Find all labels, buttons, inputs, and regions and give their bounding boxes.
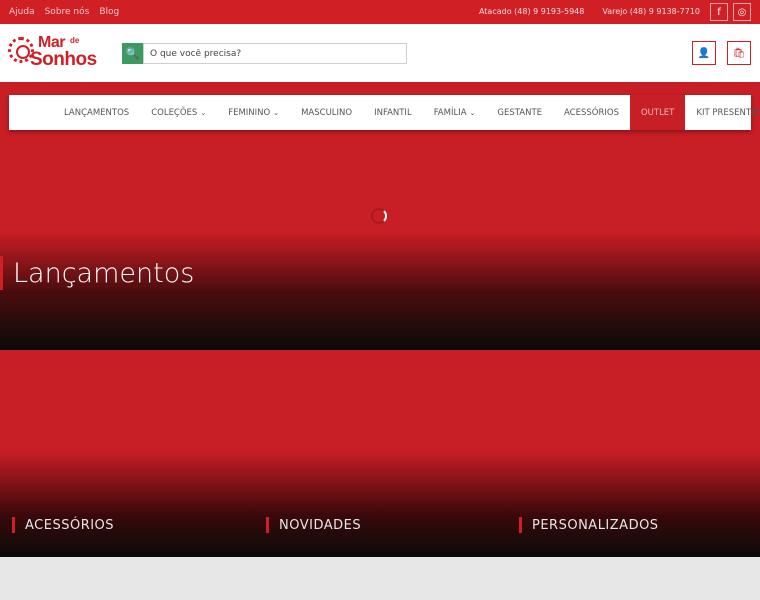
nav-item-label: MASCULINO <box>301 107 353 118</box>
search-input[interactable] <box>143 43 407 64</box>
accent-bar <box>519 517 522 533</box>
nav-item-label: INFANTIL <box>374 107 412 118</box>
header: Mar de Sonhos 🔍 👤 🛍 <box>0 24 760 82</box>
accent-bar <box>0 256 3 290</box>
nav-item-lancamentos[interactable]: LANÇAMENTOS <box>53 95 140 130</box>
top-links: Ajuda Sobre nós Blog <box>9 7 119 17</box>
loading-spinner-icon <box>371 208 387 224</box>
nav-item-feminino[interactable]: FEMININO ⌄ <box>217 95 290 130</box>
nav-item-label: FEMININO <box>228 107 271 118</box>
help-link[interactable]: Ajuda <box>9 7 35 17</box>
nav-item-label: OUTLET <box>640 107 675 118</box>
logo[interactable]: Mar de Sonhos <box>8 34 108 74</box>
category-label: PERSONALIZADOS <box>532 517 659 533</box>
nav-item-outlet[interactable]: OUTLET <box>629 95 686 130</box>
top-bar: Ajuda Sobre nós Blog Atacado (48) 9 9193… <box>0 0 760 24</box>
nav-item-label: FAMÍLIA <box>433 107 467 118</box>
nav-item-kit-presentes[interactable]: KIT PRESENTES <box>685 95 760 130</box>
retail-phone: Varejo (48) 9 9138-7710 <box>602 7 700 16</box>
main-nav: LANÇAMENTOS COLEÇÕES ⌄ FEMININO ⌄ MASCULIN… <box>9 95 760 130</box>
nav-item-colecoes[interactable]: COLEÇÕES ⌄ <box>140 95 217 130</box>
category-personalizados[interactable]: PERSONALIZADOS <box>519 517 659 533</box>
nav-item-infantil[interactable]: INFANTIL <box>363 95 423 130</box>
nav-item-acessorios[interactable]: ACESSÓRIOS <box>553 95 630 130</box>
chevron-down-icon: ⌄ <box>469 108 476 117</box>
search-icon: 🔍 <box>125 47 140 60</box>
cart-button[interactable]: 🛍 <box>727 41 751 65</box>
social-links: f ◎ <box>710 3 751 21</box>
chevron-down-icon: ⌄ <box>273 108 280 117</box>
phone-numbers: Atacado (48) 9 9193-5948 Varejo (48) 9 9… <box>479 7 700 16</box>
wholesale-phone: Atacado (48) 9 9193-5948 <box>478 7 585 16</box>
accent-bar <box>12 517 15 533</box>
user-icon: 👤 <box>697 47 711 59</box>
nav-item-label: COLEÇÕES <box>151 107 198 118</box>
nav-item-label: LANÇAMENTOS <box>64 107 130 118</box>
search-bar: 🔍 <box>122 43 407 64</box>
logo-word-sonhos: Sonhos <box>30 49 97 70</box>
search-button[interactable]: 🔍 <box>122 43 143 64</box>
logo-word-de: de <box>70 36 80 45</box>
instagram-icon[interactable]: ◎ <box>733 3 751 21</box>
facebook-icon[interactable]: f <box>710 3 728 21</box>
account-button[interactable]: 👤 <box>692 41 716 65</box>
page-title: Lançamentos <box>13 257 195 289</box>
hero-heading: Lançamentos <box>0 256 194 290</box>
chevron-down-icon: ⌄ <box>200 108 207 117</box>
category-label: ACESSÓRIOS <box>25 517 115 533</box>
page-footer-area <box>0 557 760 600</box>
category-novidades[interactable]: NOVIDADES <box>266 517 361 533</box>
nav-item-label: GESTANTE <box>497 107 543 118</box>
accent-bar <box>266 517 269 533</box>
category-acessorios[interactable]: ACESSÓRIOS <box>12 517 114 533</box>
nav-item-label: KIT PRESENTES <box>696 107 760 118</box>
nav-item-familia[interactable]: FAMÍLIA ⌄ <box>423 95 487 130</box>
category-label: NOVIDADES <box>279 517 362 533</box>
nav-item-gestante[interactable]: GESTANTE <box>486 95 553 130</box>
nav-item-label: ACESSÓRIOS <box>564 107 619 118</box>
shopping-bag-icon: 🛍 <box>732 47 746 59</box>
blog-link[interactable]: Blog <box>99 7 119 17</box>
about-link[interactable]: Sobre nós <box>45 7 90 17</box>
nav-item-masculino[interactable]: MASCULINO <box>290 95 363 130</box>
